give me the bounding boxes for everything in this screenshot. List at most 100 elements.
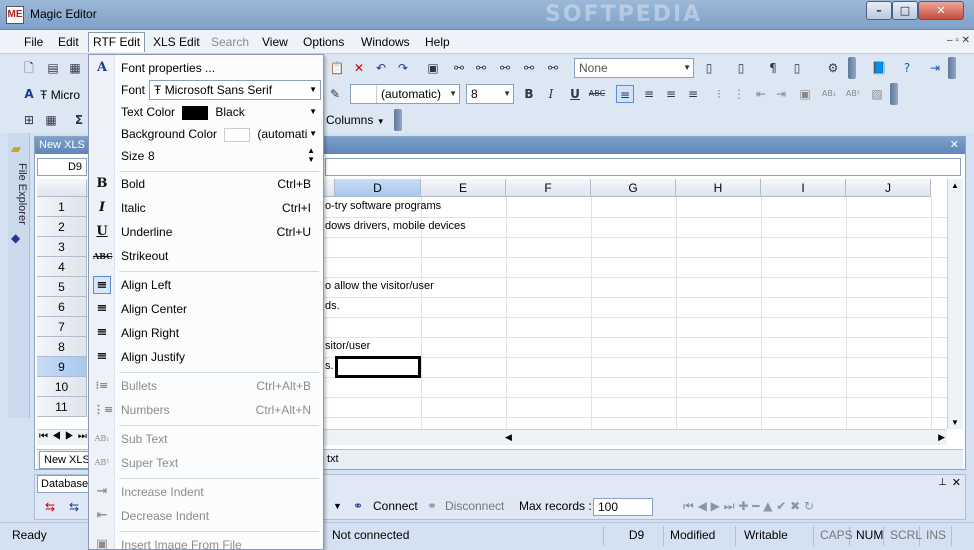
vertical-scrollbar[interactable]: ▲ ▼ <box>947 179 963 429</box>
db-link-icon[interactable]: ⇆ <box>69 500 79 514</box>
align-center-button[interactable]: ≡ <box>640 85 658 103</box>
scroll-left-icon[interactable]: ◀ <box>505 432 512 443</box>
selected-cell-d9[interactable] <box>335 356 421 378</box>
toolbar-grip[interactable] <box>890 83 898 105</box>
new-file-icon[interactable]: 🗋 <box>20 59 38 77</box>
menu-options[interactable]: Options <box>299 34 348 50</box>
align-justify-button[interactable]: ≡ <box>684 85 702 103</box>
page-setup-icon[interactable]: ▯ <box>732 59 750 77</box>
chevron-down-icon[interactable]: ▼ <box>333 501 342 511</box>
bookmark-icon[interactable]: ⚯ <box>544 59 562 77</box>
menu-item-super-text[interactable]: AB¹ Super Text <box>89 452 323 474</box>
column-header-f[interactable]: F <box>506 179 591 197</box>
sheet-tab-new-xls[interactable]: New XLS <box>39 451 95 469</box>
underline-button[interactable]: U <box>566 85 584 103</box>
subscript-icon[interactable]: AB₁ <box>820 85 838 103</box>
menu-item-increase-indent[interactable]: ⇥ Increase Indent <box>89 481 323 503</box>
scroll-down-icon[interactable]: ▼ <box>951 418 959 427</box>
open-file-icon[interactable]: ▤ <box>44 59 62 77</box>
menu-item-insert-image[interactable]: ▣ Insert Image From File <box>89 534 323 549</box>
highlight-icon[interactable]: ✎ <box>326 85 344 103</box>
database-close-icon[interactable]: ✕ <box>952 476 961 489</box>
close-button[interactable]: ✕ <box>918 1 964 20</box>
paragraph-icon[interactable]: ¶ <box>764 59 782 77</box>
numbers-icon[interactable]: ⋮ <box>730 85 748 103</box>
column-header-i[interactable]: I <box>761 179 846 197</box>
document-close-icon[interactable]: ✕ <box>950 138 959 151</box>
exit-icon[interactable]: ⇥ <box>926 59 944 77</box>
insert-image-icon[interactable]: ▣ <box>796 85 814 103</box>
database-tab[interactable]: Database <box>37 475 93 493</box>
folder-icon[interactable]: ▰ <box>11 141 21 157</box>
style-combo[interactable]: None ▼ <box>574 58 694 78</box>
menu-item-strikeout[interactable]: ABC Strikeout <box>89 245 323 267</box>
menu-rtf-edit[interactable]: RTF Edit <box>88 32 146 52</box>
row-header[interactable]: 3 <box>37 237 87 257</box>
spinner-icon[interactable]: ▲ ▼ <box>307 146 315 164</box>
mdi-window-controls[interactable]: – ▫ ✕ <box>947 35 970 46</box>
redo-icon[interactable]: ↷ <box>394 59 412 77</box>
size-value[interactable]: 8 <box>148 149 155 163</box>
menu-help[interactable]: Help <box>421 34 454 50</box>
scroll-right-icon[interactable]: ▶ <box>938 432 945 443</box>
bullets-icon[interactable]: ⁝ <box>710 85 728 103</box>
pin-icon[interactable]: ⊥ <box>938 477 947 488</box>
menu-item-italic[interactable]: I Italic Ctrl+I <box>89 197 323 219</box>
menu-item-align-right[interactable]: ≡ Align Right <box>89 322 323 344</box>
menu-windows[interactable]: Windows <box>357 34 414 50</box>
settings-icon[interactable]: ⚙ <box>824 59 842 77</box>
grid-icon[interactable]: ▦ <box>42 111 60 129</box>
connect-button[interactable]: Connect <box>373 499 418 513</box>
font-combo[interactable]: Ŧ Microsoft Sans Serif ▼ <box>149 80 321 100</box>
strikeout-button[interactable]: ABC <box>588 85 606 103</box>
disconnect-button[interactable]: Disconnect <box>445 499 504 513</box>
max-records-input[interactable]: 100 <box>593 498 653 516</box>
font-style-icon[interactable]: A <box>20 85 38 103</box>
text-color-combo[interactable]: Black ▼ <box>181 102 321 122</box>
menu-search[interactable]: Search <box>207 34 253 50</box>
menu-view[interactable]: View <box>258 34 292 50</box>
column-header-g[interactable]: G <box>591 179 676 197</box>
page-icon[interactable]: ▯ <box>700 59 718 77</box>
find-next-icon[interactable]: ⚯ <box>472 59 490 77</box>
bold-button[interactable]: B <box>520 85 538 103</box>
column-header-d[interactable]: D <box>335 179 421 197</box>
menu-item-font-properties[interactable]: A Font properties ... <box>89 57 323 79</box>
menu-file[interactable]: File <box>20 34 47 50</box>
increase-indent-icon[interactable]: ⇥ <box>772 85 790 103</box>
delete-icon[interactable]: ✕ <box>350 59 368 77</box>
row-header[interactable]: 2 <box>37 217 87 237</box>
menu-item-decrease-indent[interactable]: ⇤ Decrease Indent <box>89 505 323 527</box>
book-icon[interactable]: 📘 <box>870 59 888 77</box>
column-header-j[interactable]: J <box>846 179 931 197</box>
format-painter-icon[interactable]: ▨ <box>868 85 886 103</box>
file-explorer-tab[interactable]: File Explorer <box>10 163 28 225</box>
minimize-button[interactable]: – <box>866 1 892 20</box>
toolbar-grip[interactable] <box>948 57 956 79</box>
row-header[interactable]: 6 <box>37 297 87 317</box>
menu-item-align-justify[interactable]: ≡ Align Justify <box>89 346 323 368</box>
menu-item-numbers[interactable]: ⋮≡ Numbers Ctrl+Alt+N <box>89 399 323 421</box>
background-color-combo[interactable]: (automati ▼ <box>223 124 321 144</box>
paste-icon[interactable]: 📋 <box>328 59 346 77</box>
row-header[interactable]: 4 <box>37 257 87 277</box>
menu-item-sub-text[interactable]: AB₁ Sub Text <box>89 428 323 450</box>
cell-name-box[interactable]: D9 <box>37 158 87 176</box>
find-icon[interactable]: ⚯ <box>450 59 468 77</box>
formula-bar[interactable] <box>325 158 961 176</box>
row-header[interactable]: 11 <box>37 397 87 417</box>
template-icon[interactable]: ▯ <box>788 59 806 77</box>
sum-icon[interactable]: Σ <box>70 111 88 129</box>
bookmark-tab-icon[interactable]: ◆ <box>11 231 20 245</box>
replace-icon[interactable]: ⚯ <box>496 59 514 77</box>
goto-icon[interactable]: ⚯ <box>520 59 538 77</box>
menu-xls-edit[interactable]: XLS Edit <box>149 34 204 50</box>
row-header-selected[interactable]: 9 <box>37 357 87 377</box>
row-header[interactable]: 7 <box>37 317 87 337</box>
db-add-icon[interactable]: ⇆ <box>45 500 55 514</box>
row-header[interactable]: 8 <box>37 337 87 357</box>
toolbar-grip[interactable] <box>848 57 856 79</box>
sheet-nav-arrows-icon[interactable]: ⏮◀▶⏭ <box>39 431 91 442</box>
decrease-indent-icon[interactable]: ⇤ <box>752 85 770 103</box>
undo-icon[interactable]: ↶ <box>372 59 390 77</box>
